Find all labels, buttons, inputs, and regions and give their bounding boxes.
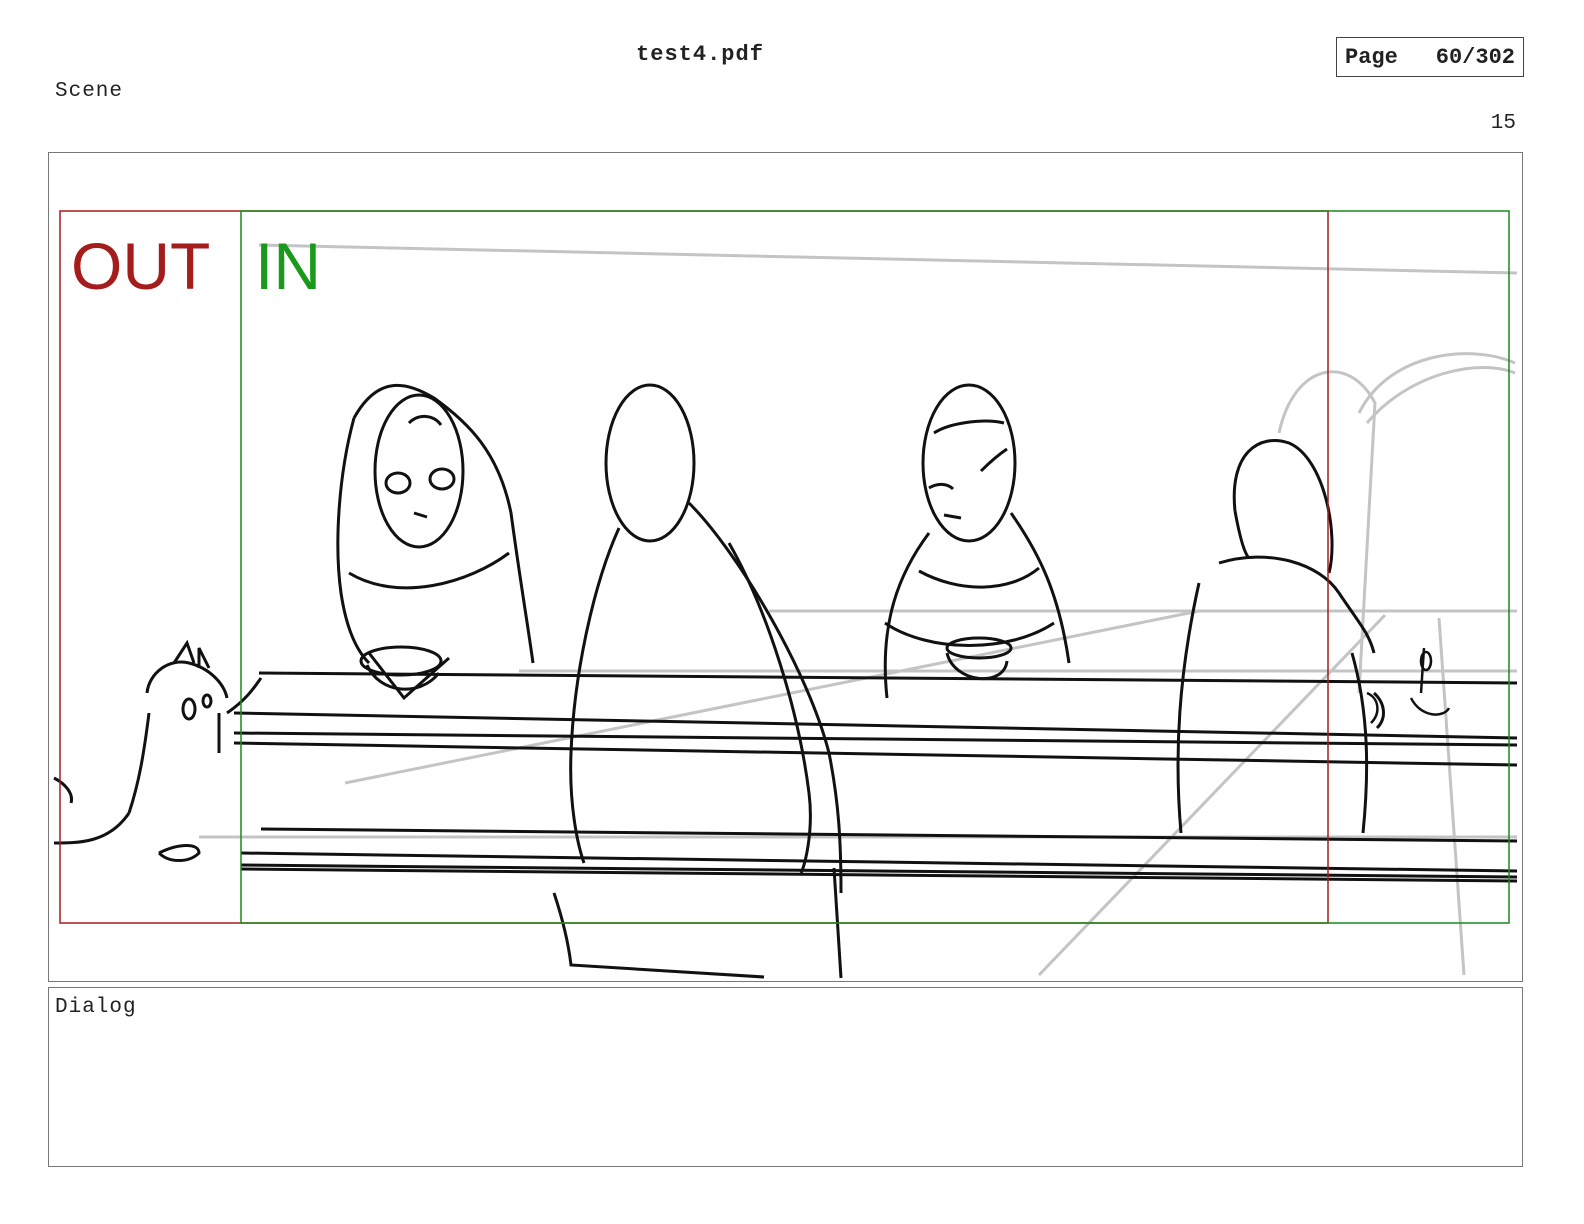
- dialog-box[interactable]: Dialog: [48, 987, 1523, 1167]
- table-lines: [233, 671, 1518, 883]
- sketch-figure-hooded-right: [1176, 439, 1385, 834]
- frame-out-label: OUT: [71, 229, 210, 303]
- sketch-figure-woman-right: [883, 383, 1071, 699]
- page-number: 60/302: [1435, 44, 1515, 70]
- page-indicator: Page 60/302: [1336, 37, 1524, 77]
- in-frame-guide: [240, 210, 1510, 924]
- scene-label: Scene: [55, 80, 124, 103]
- dialog-label: Dialog: [55, 996, 137, 1019]
- document-title: test4.pdf: [636, 42, 764, 67]
- sketch-candle: [1366, 647, 1451, 724]
- out-frame-guide: [59, 210, 1329, 924]
- sketch-figure-center-back: [552, 383, 843, 979]
- sketch-figure-woman-left: [336, 383, 535, 701]
- storyboard-sketch: OUT IN: [53, 210, 1518, 979]
- panel-number: 15: [1490, 112, 1516, 135]
- page-label: Page: [1345, 44, 1398, 70]
- sketch-cat: [53, 639, 263, 862]
- frame-in-label: IN: [255, 229, 321, 303]
- storyboard-panel: OUT IN: [48, 152, 1523, 982]
